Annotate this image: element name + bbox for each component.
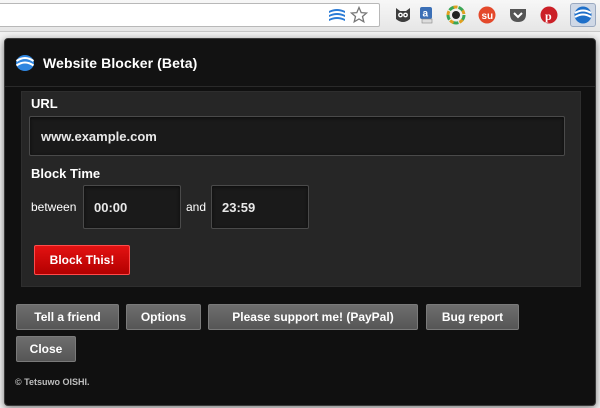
end-time-input[interactable] bbox=[211, 185, 309, 229]
between-label: between bbox=[31, 200, 77, 214]
block-time-label: Block Time bbox=[31, 166, 101, 181]
pinterest-icon[interactable]: p bbox=[538, 4, 560, 26]
copyright-text: © Tetsuwo OISHI. bbox=[15, 377, 90, 387]
block-form-panel: URL Block Time between and Block This! bbox=[21, 91, 581, 287]
close-button[interactable]: Close bbox=[16, 336, 76, 362]
options-button[interactable]: Options bbox=[126, 304, 201, 330]
start-time-input[interactable] bbox=[83, 185, 181, 229]
amazon-icon[interactable]: a bbox=[416, 4, 438, 26]
owl-icon[interactable] bbox=[392, 4, 414, 26]
website-blocker-active-icon[interactable] bbox=[570, 3, 596, 27]
star-icon[interactable] bbox=[348, 4, 370, 26]
bug-report-button[interactable]: Bug report bbox=[426, 304, 519, 330]
svg-text:p: p bbox=[545, 9, 552, 23]
svg-text:a: a bbox=[423, 9, 429, 20]
svg-text:su: su bbox=[482, 11, 494, 22]
and-label: and bbox=[186, 200, 207, 214]
website-blocker-logo-icon bbox=[15, 54, 35, 71]
pocket-icon[interactable] bbox=[507, 4, 529, 26]
website-blocker-popup: Website Blocker (Beta) URL Block Time be… bbox=[4, 38, 596, 406]
popup-title: Website Blocker (Beta) bbox=[43, 54, 198, 71]
browser-toolbar: a su p bbox=[0, 0, 600, 32]
stumbleupon-icon[interactable]: su bbox=[476, 4, 498, 26]
color-wheel-icon[interactable] bbox=[445, 4, 467, 26]
popup-header: Website Blocker (Beta) bbox=[5, 39, 595, 87]
support-paypal-button[interactable]: Please support me! (PayPal) bbox=[208, 304, 418, 330]
url-label: URL bbox=[31, 96, 58, 111]
url-input[interactable] bbox=[29, 116, 565, 156]
block-this-button[interactable]: Block This! bbox=[34, 245, 130, 275]
address-bar[interactable] bbox=[0, 3, 380, 27]
website-blocker-page-icon[interactable] bbox=[326, 4, 348, 26]
tell-a-friend-button[interactable]: Tell a friend bbox=[16, 304, 119, 330]
